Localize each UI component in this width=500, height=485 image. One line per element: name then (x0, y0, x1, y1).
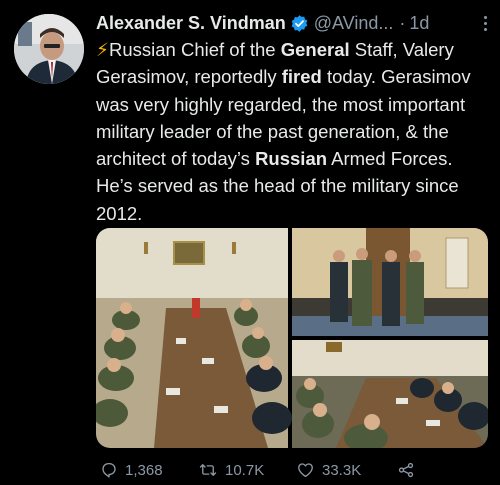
media-grid (96, 228, 488, 448)
tweet-bold-segment: General (280, 39, 350, 60)
media-grid-photos (96, 228, 488, 448)
timestamp[interactable]: 1d (409, 13, 429, 34)
separator-dot: · (399, 12, 406, 33)
tweet-bold-segment: Russian (255, 148, 328, 170)
avatar-photo (14, 14, 84, 84)
meeting-photo[interactable] (96, 228, 292, 448)
reply-icon (102, 462, 116, 478)
share-icon (398, 462, 414, 478)
like-count: 33.3K (322, 461, 362, 479)
avatar[interactable] (14, 14, 84, 84)
action-bar: 1,368 10.7K 33.3K (100, 458, 490, 482)
lightning-emoji: ⚡ (96, 39, 109, 60)
retweet-button[interactable]: 10.7K (198, 461, 296, 479)
author-handle[interactable]: @AVind... (314, 13, 394, 34)
reply-button[interactable]: 1,368 (100, 461, 198, 479)
conference-photo[interactable] (292, 340, 488, 448)
tweet-header: Alexander S. Vindman @AVind... · 1d (96, 12, 491, 34)
tweet-text-segment: Russian Chief of the (109, 39, 281, 60)
tweet-text: ⚡Russian Chief of the General Staff, Val… (96, 36, 494, 227)
more-icon[interactable] (480, 14, 491, 33)
generals-photo[interactable] (292, 228, 488, 336)
reply-count: 1,368 (125, 461, 163, 479)
retweet-icon (199, 464, 217, 476)
retweet-count: 10.7K (225, 461, 265, 479)
author-name[interactable]: Alexander S. Vindman (96, 13, 286, 34)
like-button[interactable]: 33.3K (296, 461, 396, 479)
share-button[interactable] (396, 461, 416, 479)
tweet-bold-segment: fired (281, 66, 322, 88)
verified-badge-icon (290, 14, 309, 33)
like-icon (298, 463, 313, 478)
